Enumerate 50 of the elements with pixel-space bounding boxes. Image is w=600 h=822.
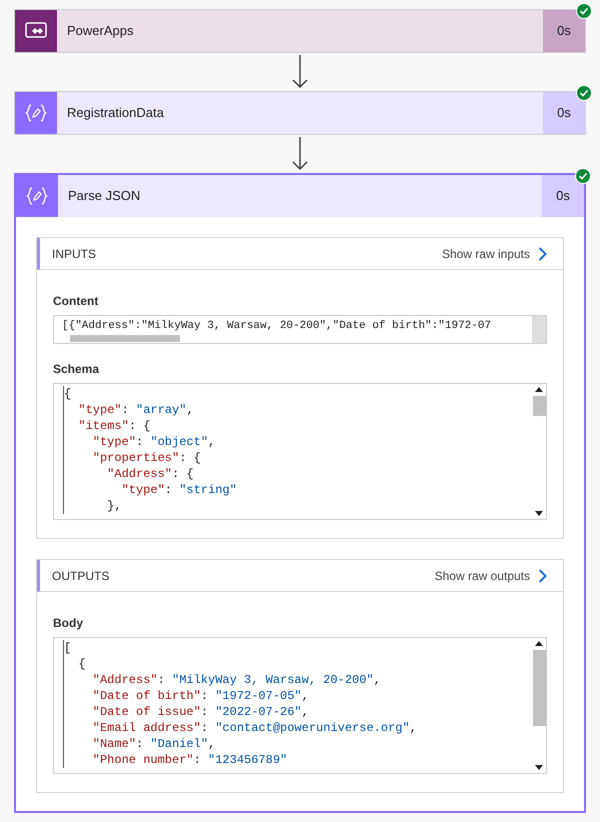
code-line: [ (64, 640, 72, 656)
code-editor[interactable]: { "type": "array", "items": { "type": "object", "properties": { "Address": { "type": "string" }, (53, 383, 547, 520)
step-title: PowerApps (66, 22, 134, 40)
scrollbar-thumb[interactable] (532, 396, 546, 416)
braces-pencil-icon (25, 104, 47, 122)
flow-arrow-icon (292, 137, 308, 171)
braces-pencil-icon (26, 187, 48, 205)
step-title: Parse JSON (67, 187, 140, 206)
code-line: }, (107, 498, 122, 514)
step-header[interactable]: Parse JSON 0s (16, 175, 584, 217)
step-title: RegistrationData (66, 104, 164, 122)
show-raw-link[interactable]: Show raw inputs (442, 244, 547, 262)
field-label: Content (53, 293, 100, 310)
code-line: { (78, 656, 86, 672)
scrollbar-thumb[interactable] (532, 650, 546, 726)
code-line: "type": "string" (122, 482, 237, 498)
step-header[interactable]: PowerApps 0s (15, 10, 585, 52)
code-line: "Phone number": "123456789" (92, 752, 288, 768)
code-line: "type": "object", (92, 434, 216, 450)
scrollbar-thumb[interactable] (70, 335, 180, 342)
duration-label: 0s (542, 175, 584, 217)
flow-arrow-icon (292, 55, 308, 89)
code-line: { (64, 386, 72, 402)
code-line: "properties": { (92, 450, 201, 466)
step-header[interactable]: RegistrationData 0s (15, 92, 585, 134)
duration-label: 0s (543, 92, 585, 134)
section-title: OUTPUTS (52, 568, 110, 584)
code-line: "items": { (78, 418, 150, 434)
code-line: "Address": "MilkyWay 3, Warsaw, 20-200", (92, 672, 381, 688)
content-field[interactable]: [{"Address":"MilkyWay 3, Warsaw, 20-200","Date of birth":"1972-07 (53, 315, 547, 344)
code-line: "Name": "Daniel", (92, 736, 216, 752)
code-line: "Address": { (107, 466, 194, 482)
code-line: "type": "array", (78, 402, 194, 418)
section-title: INPUTS (52, 246, 96, 262)
scroll-up-icon[interactable] (535, 641, 543, 646)
app-logo-icon (25, 22, 47, 40)
chevron-right-icon (538, 568, 547, 582)
show-raw-link[interactable]: Show raw outputs (434, 566, 547, 584)
scroll-up-icon[interactable] (535, 387, 543, 392)
code-editor[interactable]: [ { "Address": "MilkyWay 3, Warsaw, 20-200", "Date of birth": "1972-07-05", "Date of issue": "2022-07-26", "Email address": "contact@poweruniverse.org", "Name": "Daniel", "Phone number": "123456789" (53, 637, 547, 774)
field-label: Body (53, 615, 84, 632)
scroll-down-icon[interactable] (535, 511, 543, 516)
scrollbar-track (532, 316, 546, 343)
field-label: Schema (53, 361, 100, 378)
code-line: "Date of birth": "1972-07-05", (92, 688, 309, 704)
chevron-right-icon (538, 246, 547, 260)
code-line: "Email address": "contact@poweruniverse.org", (92, 720, 417, 736)
duration-label: 0s (543, 10, 585, 52)
code-line: "Date of issue": "2022-07-26", (92, 704, 309, 720)
scroll-down-icon[interactable] (535, 765, 543, 770)
